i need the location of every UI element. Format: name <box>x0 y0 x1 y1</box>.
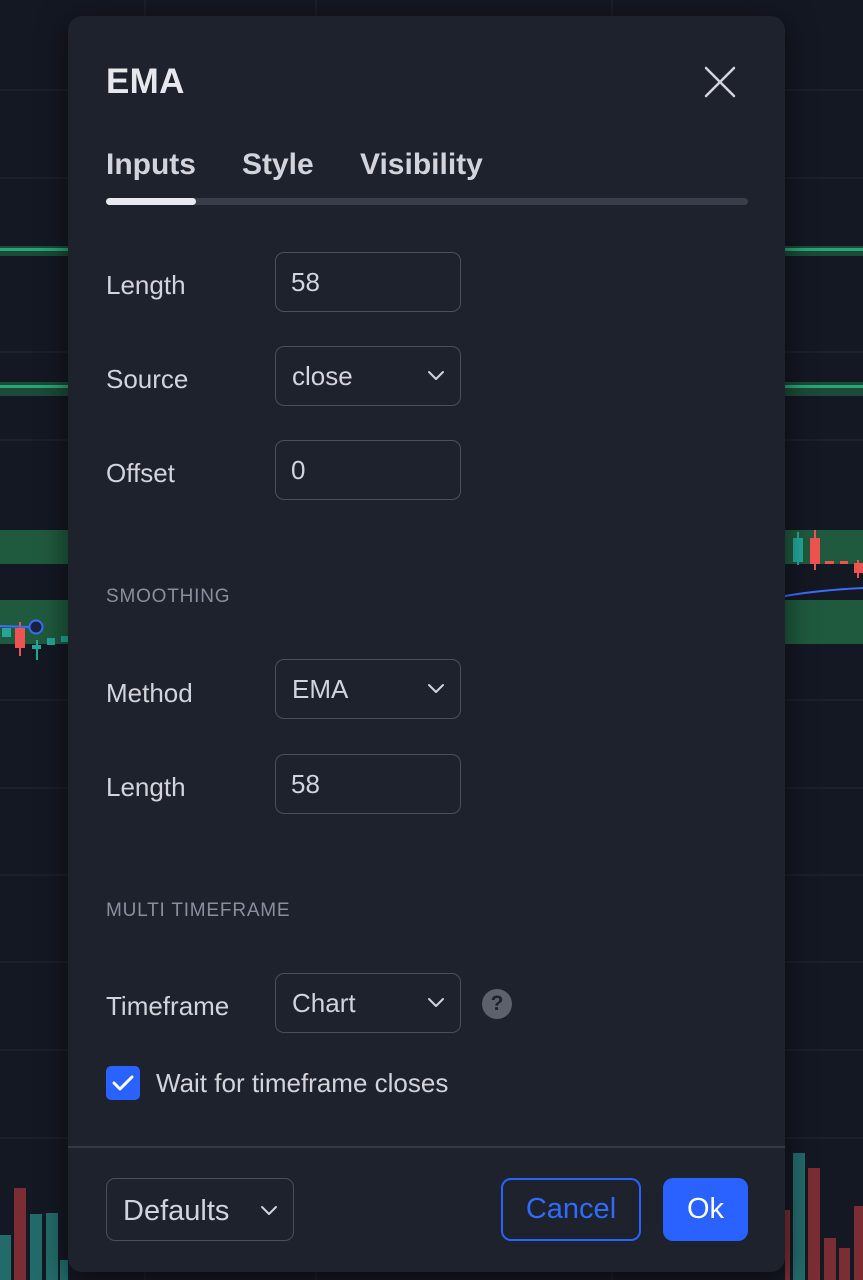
timeframe-selected-value: Chart <box>292 988 356 1018</box>
tab-inputs[interactable]: Inputs <box>106 148 196 182</box>
smoothing-heading: SMOOTHING <box>106 586 231 607</box>
offset-field[interactable] <box>275 440 461 500</box>
cancel-button[interactable]: Cancel <box>501 1178 641 1241</box>
length-field[interactable] <box>275 252 461 312</box>
close-button[interactable] <box>700 62 740 102</box>
tab-visibility[interactable]: Visibility <box>360 148 483 182</box>
chevron-down-icon <box>428 684 444 693</box>
method-select[interactable]: EMA <box>275 659 461 719</box>
ok-button[interactable]: Ok <box>663 1178 748 1241</box>
smoothing-length-input[interactable] <box>276 755 460 813</box>
chevron-down-icon <box>428 998 444 1007</box>
wait-for-timeframe-checkbox[interactable] <box>106 1066 140 1100</box>
method-selected-value: EMA <box>292 674 349 704</box>
defaults-label: Defaults <box>123 1195 230 1227</box>
source-selected-value: close <box>292 361 353 391</box>
length-label: Length <box>106 270 186 300</box>
tab-track <box>106 198 748 205</box>
offset-input[interactable] <box>276 441 460 499</box>
indicator-settings-dialog: EMA Inputs Style Visibility Length Sourc… <box>68 16 785 1272</box>
chevron-down-icon <box>428 371 444 380</box>
dialog-title: EMA <box>106 62 185 101</box>
source-label: Source <box>106 364 189 394</box>
smoothing-length-label: Length <box>106 772 186 802</box>
help-icon[interactable]: ? <box>482 989 512 1019</box>
close-icon <box>704 66 736 98</box>
offset-label: Offset <box>106 458 175 488</box>
timeframe-select[interactable]: Chart <box>275 973 461 1033</box>
checkmark-icon <box>112 1075 134 1091</box>
wait-for-timeframe-label[interactable]: Wait for timeframe closes <box>156 1068 448 1099</box>
source-select[interactable]: close <box>275 346 461 406</box>
tab-bar: Inputs Style Visibility <box>106 148 748 208</box>
timeframe-label: Timeframe <box>106 991 230 1021</box>
multi-timeframe-heading: MULTI TIMEFRAME <box>106 900 291 921</box>
length-input[interactable] <box>276 253 460 311</box>
tab-style[interactable]: Style <box>242 148 314 182</box>
method-label: Method <box>106 678 193 708</box>
footer-divider <box>68 1146 785 1148</box>
chevron-down-icon <box>261 1206 277 1215</box>
defaults-dropdown-button[interactable]: Defaults <box>106 1178 294 1241</box>
smoothing-length-field[interactable] <box>275 754 461 814</box>
active-tab-indicator <box>106 198 196 205</box>
